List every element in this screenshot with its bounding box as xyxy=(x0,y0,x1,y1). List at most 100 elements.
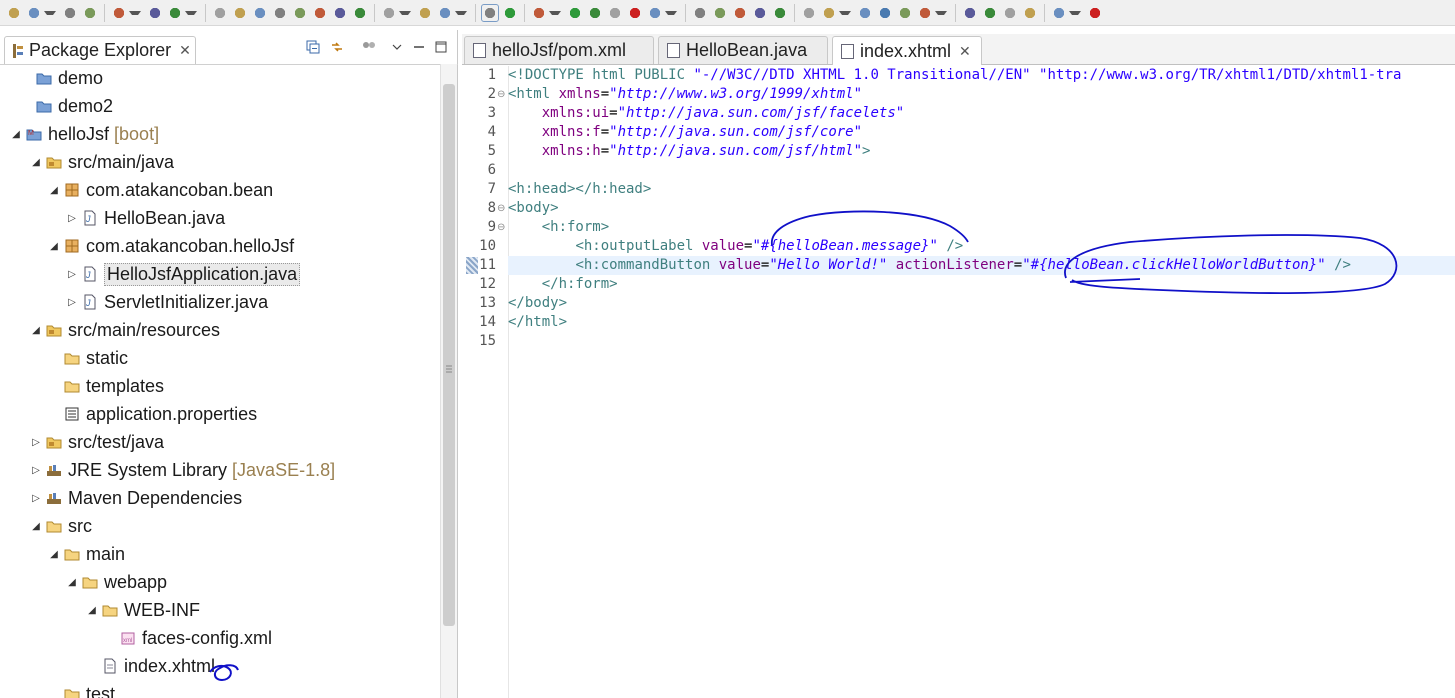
dropdown-arrow-icon[interactable] xyxy=(549,10,561,15)
tree-item[interactable]: xml faces-config.xml xyxy=(0,624,440,652)
collapse-all-icon[interactable] xyxy=(306,40,320,54)
dropdown-arrow-icon[interactable] xyxy=(185,10,197,15)
editor-tab[interactable]: HelloBean.java xyxy=(658,36,828,64)
tree-item[interactable]: ◢ WEB-INF xyxy=(0,596,440,624)
collapse-icon[interactable]: ◢ xyxy=(86,605,98,616)
code-line[interactable]: <h:head></h:head> xyxy=(508,180,1455,199)
folder-icon[interactable] xyxy=(821,4,837,21)
dropdown-arrow-icon[interactable] xyxy=(839,10,851,15)
tree-item[interactable]: demo xyxy=(0,64,440,92)
fold-icon[interactable]: ⊖ xyxy=(497,199,505,218)
run-last-icon[interactable] xyxy=(607,4,623,21)
dropdown-arrow-icon[interactable] xyxy=(455,10,467,15)
tree-item[interactable]: templates xyxy=(0,372,440,400)
new-icon[interactable] xyxy=(6,4,22,21)
stop-icon[interactable] xyxy=(627,4,643,21)
filters-icon[interactable] xyxy=(362,40,376,54)
external-tools-icon[interactable] xyxy=(417,4,433,21)
pin2-icon[interactable] xyxy=(917,4,933,21)
scrollbar-thumb[interactable] xyxy=(443,84,455,626)
collapse-icon[interactable]: ◢ xyxy=(30,157,42,168)
editor-tab[interactable]: helloJsf/pom.xml xyxy=(464,36,654,64)
minimize-icon[interactable] xyxy=(412,40,426,54)
tree-item[interactable]: static xyxy=(0,344,440,372)
tree-item[interactable]: ◢ webapp xyxy=(0,568,440,596)
coverage-icon[interactable] xyxy=(587,4,603,21)
back-icon[interactable] xyxy=(1022,4,1038,21)
link-with-editor-icon[interactable] xyxy=(330,40,344,54)
dropdown-arrow-icon[interactable] xyxy=(1069,10,1081,15)
spring-boot-icon[interactable] xyxy=(437,4,453,21)
code-line[interactable]: <html xmlns="http://www.w3.org/1999/xhtm… xyxy=(508,85,1455,104)
dropdown-arrow-icon[interactable] xyxy=(399,10,411,15)
save-all-icon[interactable] xyxy=(82,4,98,21)
expand-icon[interactable]: ▷ xyxy=(66,213,78,224)
tree-item[interactable]: index.xhtml xyxy=(0,652,440,680)
tree-item[interactable]: demo2 xyxy=(0,92,440,120)
view-menu-icon[interactable] xyxy=(390,40,404,54)
code-line[interactable]: xmlns:f="http://java.sun.com/jsf/core" xyxy=(508,123,1455,142)
code-line[interactable]: <h:outputLabel value="#{helloBean.messag… xyxy=(508,237,1455,256)
maximize-icon[interactable] xyxy=(434,40,448,54)
code-line[interactable]: <body> xyxy=(508,199,1455,218)
tree-item[interactable]: application.properties xyxy=(0,400,440,428)
collapse-icon[interactable]: ◢ xyxy=(10,129,22,140)
expand-icon[interactable]: ▷ xyxy=(30,437,42,448)
new-dropdown-icon[interactable] xyxy=(26,4,42,21)
last-edit-icon[interactable] xyxy=(1002,4,1018,21)
tree-item[interactable]: ◢ src/main/java xyxy=(0,148,440,176)
terminate-icon[interactable] xyxy=(252,4,268,21)
code-line[interactable]: </h:form> xyxy=(508,275,1455,294)
drop-to-frame-icon[interactable] xyxy=(352,4,368,21)
collapse-icon[interactable]: ◢ xyxy=(48,241,60,252)
toggle-mark-icon[interactable] xyxy=(481,3,499,22)
code-line[interactable] xyxy=(508,332,1455,351)
run-icon[interactable] xyxy=(567,4,583,21)
fold-icon[interactable]: ⊖ xyxy=(497,85,505,104)
explorer-scrollbar[interactable] xyxy=(440,64,457,698)
collapse-icon[interactable]: ◢ xyxy=(48,185,60,196)
code-line[interactable]: <!DOCTYPE html PUBLIC "-//W3C//DTD XHTML… xyxy=(508,66,1455,85)
dropdown-arrow-icon[interactable] xyxy=(44,10,56,15)
rocket-icon[interactable] xyxy=(801,4,817,21)
folder-open-icon[interactable] xyxy=(857,4,873,21)
new-class-icon[interactable] xyxy=(712,4,728,21)
new-package-icon[interactable] xyxy=(732,4,748,21)
close-icon[interactable]: ✕ xyxy=(179,42,191,59)
open-folder-icon[interactable] xyxy=(772,4,788,21)
expand-icon[interactable]: ▷ xyxy=(30,493,42,504)
collapse-icon[interactable]: ◢ xyxy=(30,521,42,532)
expand-icon[interactable]: ▷ xyxy=(66,297,78,308)
code-line[interactable]: <h:form> xyxy=(508,218,1455,237)
next-annotation-icon[interactable] xyxy=(962,4,978,21)
tree-item[interactable]: ◢ src/main/resources xyxy=(0,316,440,344)
expand-icon[interactable]: ▷ xyxy=(30,465,42,476)
tree-item[interactable]: ▷ J ServletInitializer.java xyxy=(0,288,440,316)
code-line[interactable]: xmlns:h="http://java.sun.com/jsf/html"> xyxy=(508,142,1455,161)
dropdown-arrow-icon[interactable] xyxy=(935,10,947,15)
pin-icon[interactable] xyxy=(167,4,183,21)
tree-item[interactable]: ◢ com.atakancoban.bean xyxy=(0,176,440,204)
debug-icon[interactable] xyxy=(531,4,547,21)
forward-icon[interactable] xyxy=(1051,4,1067,21)
use-step-filters-icon[interactable] xyxy=(381,4,397,21)
tree-item[interactable]: ◢ main xyxy=(0,540,440,568)
annotation-icon[interactable] xyxy=(897,4,913,21)
tree-item[interactable]: ◢ src xyxy=(0,512,440,540)
prev-annotation-icon[interactable] xyxy=(982,4,998,21)
suspend-icon[interactable] xyxy=(232,4,248,21)
code-line[interactable]: </html> xyxy=(508,313,1455,332)
editor-tab[interactable]: index.xhtml ✕ xyxy=(832,36,982,65)
resume-icon[interactable] xyxy=(212,4,228,21)
collapse-icon[interactable]: ◢ xyxy=(66,577,78,588)
tree-item[interactable]: ▷ Maven Dependencies xyxy=(0,484,440,512)
step-into-icon[interactable] xyxy=(292,4,308,21)
disconnect-icon[interactable] xyxy=(272,4,288,21)
step-return-icon[interactable] xyxy=(332,4,348,21)
dropdown-arrow-icon[interactable] xyxy=(665,10,677,15)
save-icon[interactable] xyxy=(62,4,78,21)
print-icon[interactable] xyxy=(111,4,127,21)
redhat-icon[interactable] xyxy=(1087,4,1103,21)
tree-item[interactable]: ▷ J HelloJsfApplication.java xyxy=(0,260,440,288)
search-icon[interactable] xyxy=(692,4,708,21)
